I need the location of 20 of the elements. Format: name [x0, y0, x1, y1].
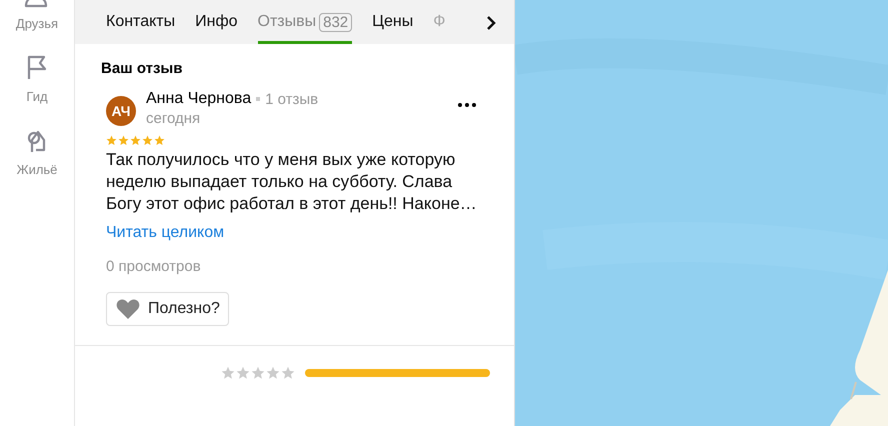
author-name[interactable]: Анна Чернова: [146, 90, 252, 108]
tab[interactable]: Отзывы 832: [258, 0, 352, 44]
heart-icon: [116, 298, 140, 320]
tab[interactable]: Контакты: [106, 0, 176, 44]
tab[interactable]: Инфо: [195, 0, 238, 44]
view-count: 0 просмотров: [106, 258, 202, 275]
review-text: Так получилось что у меня вых уже которую неделю выпадает только на субботу. Слава Богу этот офис работал в этот день!! Наконе…: [106, 149, 478, 215]
review-date: сегодня: [146, 110, 202, 127]
chevron-right-icon[interactable]: [486, 16, 496, 30]
sidebar-label[interactable]: Жильё: [16, 162, 58, 177]
sidebar-label[interactable]: Друзья: [16, 16, 58, 31]
avatar[interactable]: АЧ: [106, 96, 136, 126]
read-more-link[interactable]: Читать целиком: [106, 224, 224, 242]
count-badge: 832: [319, 12, 352, 32]
tab[interactable]: Цены: [372, 0, 414, 44]
sidebar-label[interactable]: Гид: [26, 89, 48, 104]
review-count: 1 отзыв: [265, 90, 318, 108]
more-icon[interactable]: [458, 103, 476, 107]
helpful-button[interactable]: Полезно?: [106, 292, 229, 326]
section-title: Ваш отзыв: [101, 60, 184, 77]
